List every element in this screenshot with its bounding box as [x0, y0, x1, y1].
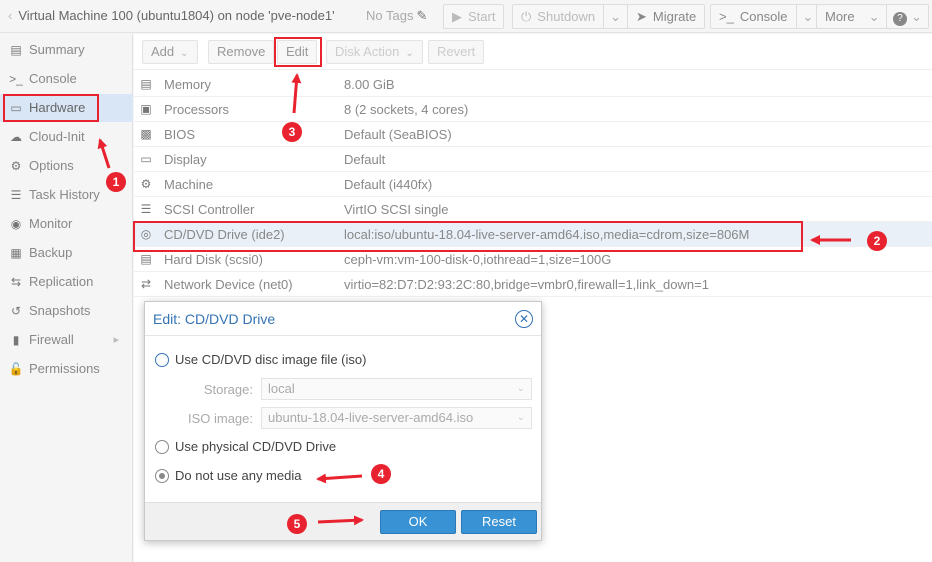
help-button[interactable]: ? ⌄ [886, 4, 929, 29]
vm-title: ‹ Virtual Machine 100 (ubuntu1804) on nod… [8, 8, 335, 23]
table-row[interactable]: ▣ Processors 8 (2 sockets, 4 cores) [134, 97, 932, 122]
step-badge-2: 2 [867, 231, 887, 251]
dialog-header: Edit: CD/DVD Drive ✕ [145, 302, 541, 336]
revert-button[interactable]: Revert [428, 40, 485, 64]
sidebar-item-console[interactable]: >_ Console [0, 65, 133, 93]
play-icon: ▶ [452, 9, 462, 24]
table-row[interactable]: ⚙ Machine Default (i440fx) [134, 172, 932, 197]
radio-button[interactable] [155, 439, 169, 454]
memory-icon: ▤ [140, 77, 152, 91]
step-badge-5: 5 [287, 514, 307, 534]
step-badge-1: 1 [106, 172, 126, 192]
database-icon: ☰ [140, 202, 152, 216]
chevron-right-icon: ▸ [113, 334, 119, 346]
sidebar-item-monitor[interactable]: ◉ Monitor [0, 210, 133, 238]
collapse-icon[interactable]: ‹ [8, 8, 12, 23]
table-row[interactable]: ▤ Memory 8.00 GiB [134, 72, 932, 97]
step-badge-3: 3 [282, 122, 302, 142]
sidebar-item-permissions[interactable]: 🔓 Permissions [0, 355, 133, 383]
disk-action-button[interactable]: Disk Action ⌄ [326, 40, 423, 64]
exchange-icon: ⇄ [140, 277, 152, 291]
more-button[interactable]: More ⌄ [816, 4, 889, 29]
table-row[interactable]: ▩ BIOS Default (SeaBIOS) [134, 122, 932, 147]
start-button[interactable]: ▶ Start [443, 4, 505, 29]
storage-label: Storage: [203, 382, 253, 397]
radio-button[interactable] [155, 352, 169, 367]
chevron-down-icon: ⌄ [868, 9, 880, 24]
history-icon: ↺ [10, 304, 22, 318]
chevron-down-icon: ⌄ [516, 383, 525, 394]
chevron-down-icon: ⌄ [911, 9, 922, 24]
shutdown-button[interactable]: ⏻ Shutdown ⌄ [512, 4, 631, 29]
migrate-button[interactable]: ➤ Migrate [627, 4, 706, 29]
desktop-icon: ▭ [140, 152, 152, 166]
console-button[interactable]: >_ Console ⌄ [710, 4, 823, 29]
cpu-icon: ▣ [140, 102, 152, 116]
dialog-title: Edit: CD/DVD Drive [153, 311, 276, 327]
sidebar-item-summary[interactable]: ▤ Summary [0, 36, 133, 64]
document-icon: ▤ [10, 43, 22, 57]
storage-select[interactable]: local ⌄ [261, 378, 532, 400]
ok-button[interactable]: OK [380, 510, 456, 534]
radio-physical-drive[interactable]: Use physical CD/DVD Drive [155, 437, 336, 457]
cogs-icon: ⚙ [140, 177, 152, 191]
table-row[interactable]: ▭ Display Default [134, 147, 932, 172]
unlock-icon: 🔓 [8, 362, 24, 376]
list-icon: ☰ [10, 188, 22, 202]
chevron-down-icon[interactable]: ⌄ [795, 5, 813, 28]
add-button[interactable]: Add ⌄ [142, 40, 198, 64]
chevron-down-icon: ⌄ [405, 48, 414, 59]
power-icon: ⏻ [521, 9, 532, 24]
chevron-down-icon[interactable]: ⌄ [603, 5, 621, 28]
iso-image-select[interactable]: ubuntu-18.04-live-server-amd64.iso ⌄ [261, 407, 532, 429]
gear-icon: ⚙ [10, 159, 22, 173]
dialog-footer: OK Reset [145, 502, 541, 540]
annotation-box-hardware [3, 94, 99, 122]
radio-no-media[interactable]: Do not use any media [155, 466, 301, 486]
sidebar-item-cloud-init[interactable]: ☁ Cloud-Init [0, 123, 133, 151]
radio-button-checked[interactable] [155, 468, 169, 483]
iso-image-label: ISO image: [187, 411, 253, 426]
pencil-icon[interactable]: ✎ [416, 8, 427, 23]
floppy-icon: ▦ [10, 246, 22, 260]
remove-button[interactable]: Remove [208, 40, 275, 64]
cloud-icon: ☁ [10, 130, 22, 144]
chevron-down-icon: ⌄ [180, 48, 189, 59]
shield-icon: ▮ [12, 333, 20, 347]
annotation-box-edit [274, 37, 322, 67]
eye-icon: ◉ [10, 217, 22, 231]
table-row[interactable]: ☰ SCSI Controller VirtIO SCSI single [134, 197, 932, 222]
sidebar-item-snapshots[interactable]: ↺ Snapshots [0, 297, 133, 325]
step-badge-4: 4 [371, 464, 391, 484]
hardware-toolbar: Add ⌄ Remove Edit Disk Action ⌄ Revert [134, 34, 932, 70]
close-icon[interactable]: ✕ [515, 310, 533, 328]
terminal-icon: >_ [9, 72, 23, 86]
terminal-icon: >_ [719, 9, 734, 24]
radio-use-iso[interactable]: Use CD/DVD disc image file (iso) [155, 350, 366, 370]
microchip-icon: ▩ [140, 127, 152, 141]
top-bar: ‹ Virtual Machine 100 (ubuntu1804) on nod… [0, 0, 932, 33]
sidebar-item-firewall[interactable]: ▮ Firewall ▸ [0, 326, 133, 354]
edit-cdrom-dialog: Edit: CD/DVD Drive ✕ Use CD/DVD disc ima… [144, 301, 542, 541]
sidebar-item-replication[interactable]: ⇆ Replication [0, 268, 133, 296]
send-icon: ➤ [636, 9, 647, 24]
reset-button[interactable]: Reset [461, 510, 537, 534]
tags[interactable]: No Tags ✎ [366, 8, 427, 24]
chevron-down-icon: ⌄ [516, 412, 525, 423]
table-row[interactable]: ⇄ Network Device (net0) virtio=82:D7:D2:… [134, 272, 932, 297]
annotation-box-cdrom [133, 221, 803, 252]
retweet-icon: ⇆ [10, 275, 22, 289]
sidebar-item-backup[interactable]: ▦ Backup [0, 239, 133, 267]
help-icon: ? [893, 12, 907, 26]
